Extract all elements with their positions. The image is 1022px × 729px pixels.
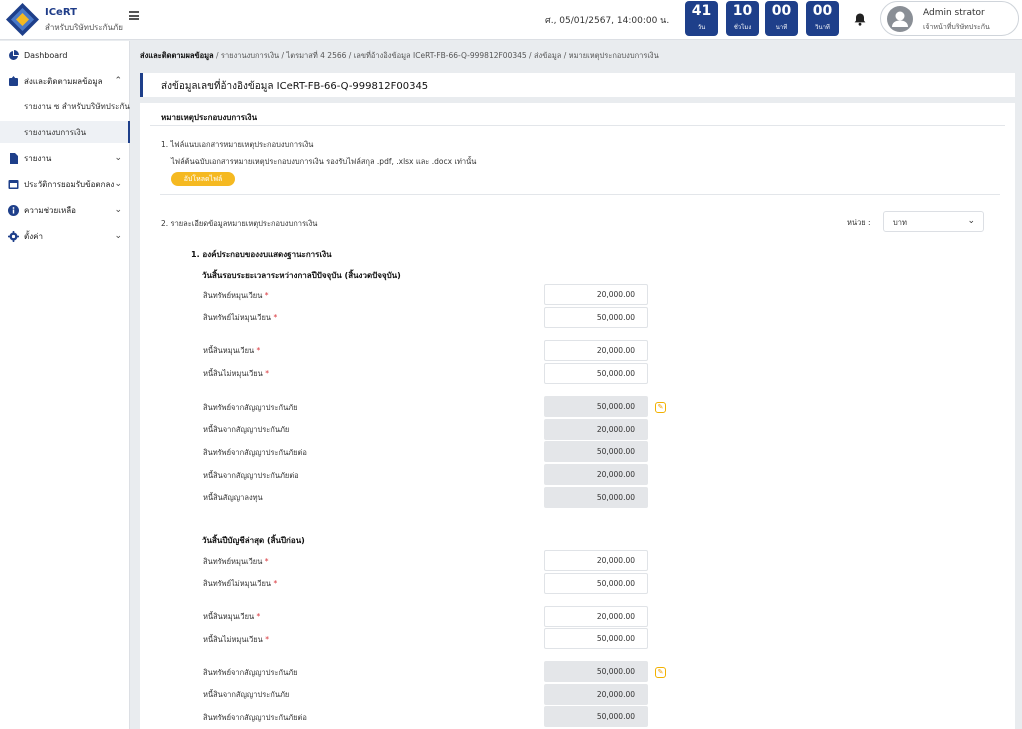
sidebar-item-submit-tracking[interactable]: ส่งและติดตามผลข้อมูล ⌃	[0, 70, 130, 92]
current-investment-contract-liabilities-value: 50,000.00	[544, 487, 648, 508]
field-label: หนี้สินไม่หมุนเวียน *	[203, 635, 269, 644]
chevron-up-icon: ⌃	[114, 76, 122, 86]
upload-file-button[interactable]: อัปโหลดไฟล์	[171, 172, 235, 186]
attachment-hint: ไฟล์ต้นฉบับเอกสารหมายเหตุประกอบงบการเงิน…	[171, 157, 477, 166]
chevron-down-icon: ⌄	[114, 205, 122, 215]
section-title: หมายเหตุประกอบงบการเงิน	[161, 113, 258, 122]
gear-icon	[8, 230, 19, 242]
sidebar-item-agreement-history[interactable]: ประวัติการยอมรับข้อตกลง ⌄	[0, 173, 130, 195]
sidebar-subitem-financial-report[interactable]: รายงานงบการเงิน	[0, 121, 130, 143]
current-current-liabilities-input[interactable]: 20,000.00	[544, 340, 648, 361]
user-role: เจ้าหน้าที่บริษัทประกัน	[923, 23, 990, 31]
chevron-down-icon: ⌄	[114, 179, 122, 189]
chevron-down-icon: ⌄	[114, 153, 122, 163]
top-bar: ICeRT สำหรับบริษัทประกันภัย ศ., 05/01/25…	[0, 0, 1022, 40]
field-label: สินทรัพย์ไม่หมุนเวียน *	[203, 313, 278, 322]
current-insurance-contract-liabilities-value: 20,000.00	[544, 419, 648, 440]
icert-logo	[6, 3, 39, 36]
unit-label: หน่วย :	[847, 218, 871, 227]
user-icon	[892, 11, 908, 27]
field-label: หนี้สินหมุนเวียน *	[203, 346, 261, 355]
current-datetime: ศ., 05/01/2567, 14:00:00 น.	[545, 16, 670, 26]
field-label: หนี้สินสัญญาลงทุน	[203, 493, 263, 502]
unit-select-value: บาท	[893, 218, 907, 227]
countdown-seconds: 00 วินาที	[806, 1, 839, 36]
detail-title: 2. รายละเอียดข้อมูลหมายเหตุประกอบงบการเง…	[161, 219, 318, 228]
brand-subtitle: สำหรับบริษัทประกันภัย	[45, 23, 123, 32]
previous-current-liabilities-input[interactable]: 20,000.00	[544, 606, 648, 627]
field-label: สินทรัพย์หมุนเวียน *	[203, 291, 269, 300]
breadcrumb-root[interactable]: ส่งและติดตามผลข้อมูล	[140, 51, 214, 60]
countdown-minutes: 00 นาที	[765, 1, 798, 36]
field-label: หนี้สินจากสัญญาประกันภัย	[203, 690, 290, 699]
current-reinsurance-assets-value: 50,000.00	[544, 441, 648, 462]
info-icon	[8, 204, 19, 216]
field-label: หนี้สินหมุนเวียน *	[203, 612, 261, 621]
current-noncurrent-assets-input[interactable]: 50,000.00	[544, 307, 648, 328]
previous-period-heading: วันสิ้นปีบัญชีล่าสุด (สิ้นปีก่อน)	[202, 536, 305, 545]
field-label: สินทรัพย์หมุนเวียน *	[203, 557, 269, 566]
brand-name: ICeRT	[45, 7, 77, 18]
field-label: หนี้สินจากสัญญาประกันภัย	[203, 425, 290, 434]
previous-reinsurance-assets-value: 50,000.00	[544, 706, 648, 727]
previous-noncurrent-assets-input[interactable]: 50,000.00	[544, 573, 648, 594]
field-label: หนี้สินไม่หมุนเวียน *	[203, 369, 269, 378]
field-label: สินทรัพย์จากสัญญาประกันภัย	[203, 403, 298, 412]
document-icon	[10, 152, 18, 164]
chevron-down-icon: ⌄	[114, 231, 122, 241]
sidebar-subitem-report-insurance[interactable]: รายงาน ซ สำหรับบริษัทประกัน	[0, 95, 130, 117]
previous-insurance-contract-assets-value: 50,000.00	[544, 661, 648, 682]
unit-select[interactable]: บาท ⌄	[883, 211, 984, 232]
field-label: สินทรัพย์จากสัญญาประกันภัย	[203, 668, 298, 677]
previous-insurance-contract-liabilities-value: 20,000.00	[544, 684, 648, 705]
current-insurance-contract-assets-value: 50,000.00	[544, 396, 648, 417]
chevron-down-icon: ⌄	[967, 216, 975, 226]
menu-toggle-icon[interactable]	[129, 11, 139, 20]
previous-noncurrent-liabilities-input[interactable]: 50,000.00	[544, 628, 648, 649]
divider	[150, 125, 1005, 126]
avatar	[887, 6, 913, 32]
bell-icon[interactable]	[853, 12, 867, 26]
breadcrumb-path: / รายงานงบการเงิน / ไตรมาสที่ 4 2566 / เ…	[213, 51, 659, 60]
divider	[160, 194, 1000, 195]
field-label: สินทรัพย์ไม่หมุนเวียน *	[203, 579, 278, 588]
previous-current-assets-input[interactable]: 20,000.00	[544, 550, 648, 571]
page-title-card: ส่งข้อมูลเลขที่อ้างอิงข้อมูล ICeRT-FB-66…	[140, 73, 1015, 97]
countdown-days: 41 วัน	[685, 1, 718, 36]
window-icon	[8, 179, 19, 189]
breadcrumb: ส่งและติดตามผลข้อมูล / รายงานงบการเงิน /…	[140, 50, 659, 62]
sidebar-item-help[interactable]: ความช่วยเหลือ ⌄	[0, 199, 130, 221]
field-label: หนี้สินจากสัญญาประกันภัยต่อ	[203, 471, 299, 480]
field-label: สินทรัพย์จากสัญญาประกันภัยต่อ	[203, 713, 307, 722]
user-profile[interactable]: Admin strator เจ้าหน้าที่บริษัทประกัน	[880, 1, 1019, 36]
edit-icon[interactable]: ✎	[655, 402, 666, 413]
current-period-heading: วันสิ้นรอบระยะเวลาระหว่างกาลปีปัจจุบัน (…	[202, 271, 401, 280]
current-reinsurance-liabilities-value: 20,000.00	[544, 464, 648, 485]
upload-file-icon	[9, 75, 18, 86]
current-current-assets-input[interactable]: 20,000.00	[544, 284, 648, 305]
page-title: ส่งข้อมูลเลขที่อ้างอิงข้อมูล ICeRT-FB-66…	[161, 81, 429, 92]
attachment-title: 1. ไฟล์แนบเอกสารหมายเหตุประกอบงบการเงิน	[161, 140, 314, 149]
field-label: สินทรัพย์จากสัญญาประกันภัยต่อ	[203, 448, 307, 457]
sidebar-item-settings[interactable]: ตั้งค่า ⌄	[0, 225, 130, 247]
countdown-hours: 10 ชั่วโมง	[726, 1, 759, 36]
pie-chart-icon	[9, 49, 19, 60]
user-name: Admin strator	[923, 8, 985, 18]
group-title: 1. องค์ประกอบของงบแสดงฐานะการเงิน	[191, 250, 332, 259]
financial-notes-form: หมายเหตุประกอบงบการเงิน 1. ไฟล์แนบเอกสาร…	[140, 103, 1015, 729]
current-noncurrent-liabilities-input[interactable]: 50,000.00	[544, 363, 648, 384]
sidebar-item-dashboard[interactable]: Dashboard	[0, 44, 130, 66]
edit-icon[interactable]: ✎	[655, 667, 666, 678]
sidebar: Dashboard ส่งและติดตามผลข้อมูล ⌃ รายงาน …	[0, 41, 130, 729]
sidebar-item-report[interactable]: รายงาน ⌄	[0, 147, 130, 169]
